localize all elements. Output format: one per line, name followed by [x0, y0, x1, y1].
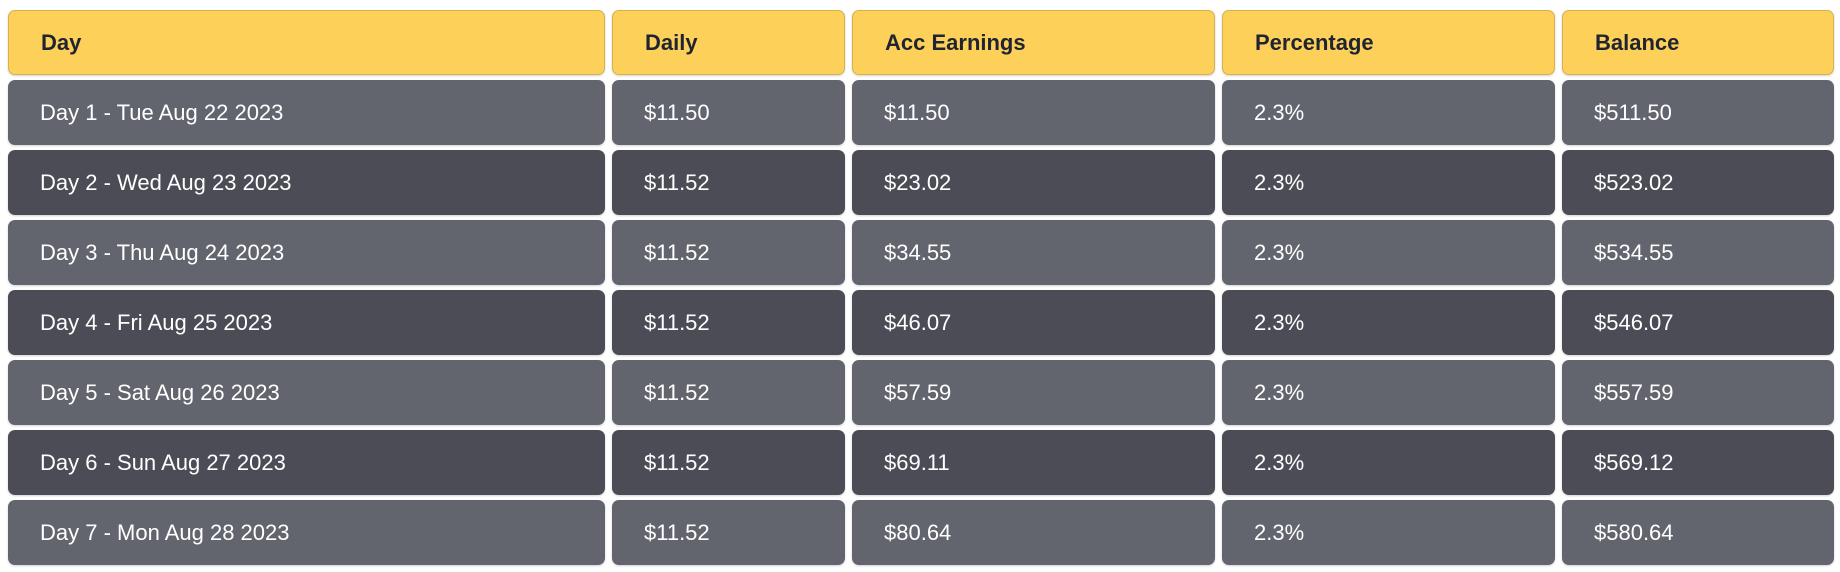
percentage-cell: 2.3%: [1222, 290, 1555, 355]
balance-cell: $569.12: [1562, 430, 1834, 495]
column-header-acc-earnings: Acc Earnings: [852, 10, 1215, 75]
balance-cell: $523.02: [1562, 150, 1834, 215]
column-header-daily: Daily: [612, 10, 845, 75]
day-cell: Day 7 - Mon Aug 28 2023: [8, 500, 605, 565]
percentage-cell: 2.3%: [1222, 430, 1555, 495]
column-header-balance: Balance: [1562, 10, 1834, 75]
acc-earnings-cell: $34.55: [852, 220, 1215, 285]
percentage-cell: 2.3%: [1222, 500, 1555, 565]
day-cell: Day 5 - Sat Aug 26 2023: [8, 360, 605, 425]
percentage-cell: 2.3%: [1222, 80, 1555, 145]
column-header-day: Day: [8, 10, 605, 75]
day-cell: Day 2 - Wed Aug 23 2023: [8, 150, 605, 215]
daily-cell: $11.52: [612, 360, 845, 425]
daily-cell: $11.52: [612, 150, 845, 215]
acc-earnings-cell: $80.64: [852, 500, 1215, 565]
earnings-table: Day Daily Acc Earnings Percentage Balanc…: [8, 10, 1834, 565]
balance-cell: $511.50: [1562, 80, 1834, 145]
acc-earnings-cell: $69.11: [852, 430, 1215, 495]
day-cell: Day 6 - Sun Aug 27 2023: [8, 430, 605, 495]
acc-earnings-cell: $57.59: [852, 360, 1215, 425]
percentage-cell: 2.3%: [1222, 220, 1555, 285]
balance-cell: $557.59: [1562, 360, 1834, 425]
acc-earnings-cell: $11.50: [852, 80, 1215, 145]
acc-earnings-cell: $46.07: [852, 290, 1215, 355]
daily-cell: $11.52: [612, 500, 845, 565]
daily-cell: $11.52: [612, 290, 845, 355]
day-cell: Day 1 - Tue Aug 22 2023: [8, 80, 605, 145]
balance-cell: $580.64: [1562, 500, 1834, 565]
daily-cell: $11.52: [612, 430, 845, 495]
balance-cell: $534.55: [1562, 220, 1834, 285]
daily-cell: $11.52: [612, 220, 845, 285]
acc-earnings-cell: $23.02: [852, 150, 1215, 215]
percentage-cell: 2.3%: [1222, 150, 1555, 215]
percentage-cell: 2.3%: [1222, 360, 1555, 425]
balance-cell: $546.07: [1562, 290, 1834, 355]
column-header-percentage: Percentage: [1222, 10, 1555, 75]
daily-cell: $11.50: [612, 80, 845, 145]
day-cell: Day 3 - Thu Aug 24 2023: [8, 220, 605, 285]
day-cell: Day 4 - Fri Aug 25 2023: [8, 290, 605, 355]
